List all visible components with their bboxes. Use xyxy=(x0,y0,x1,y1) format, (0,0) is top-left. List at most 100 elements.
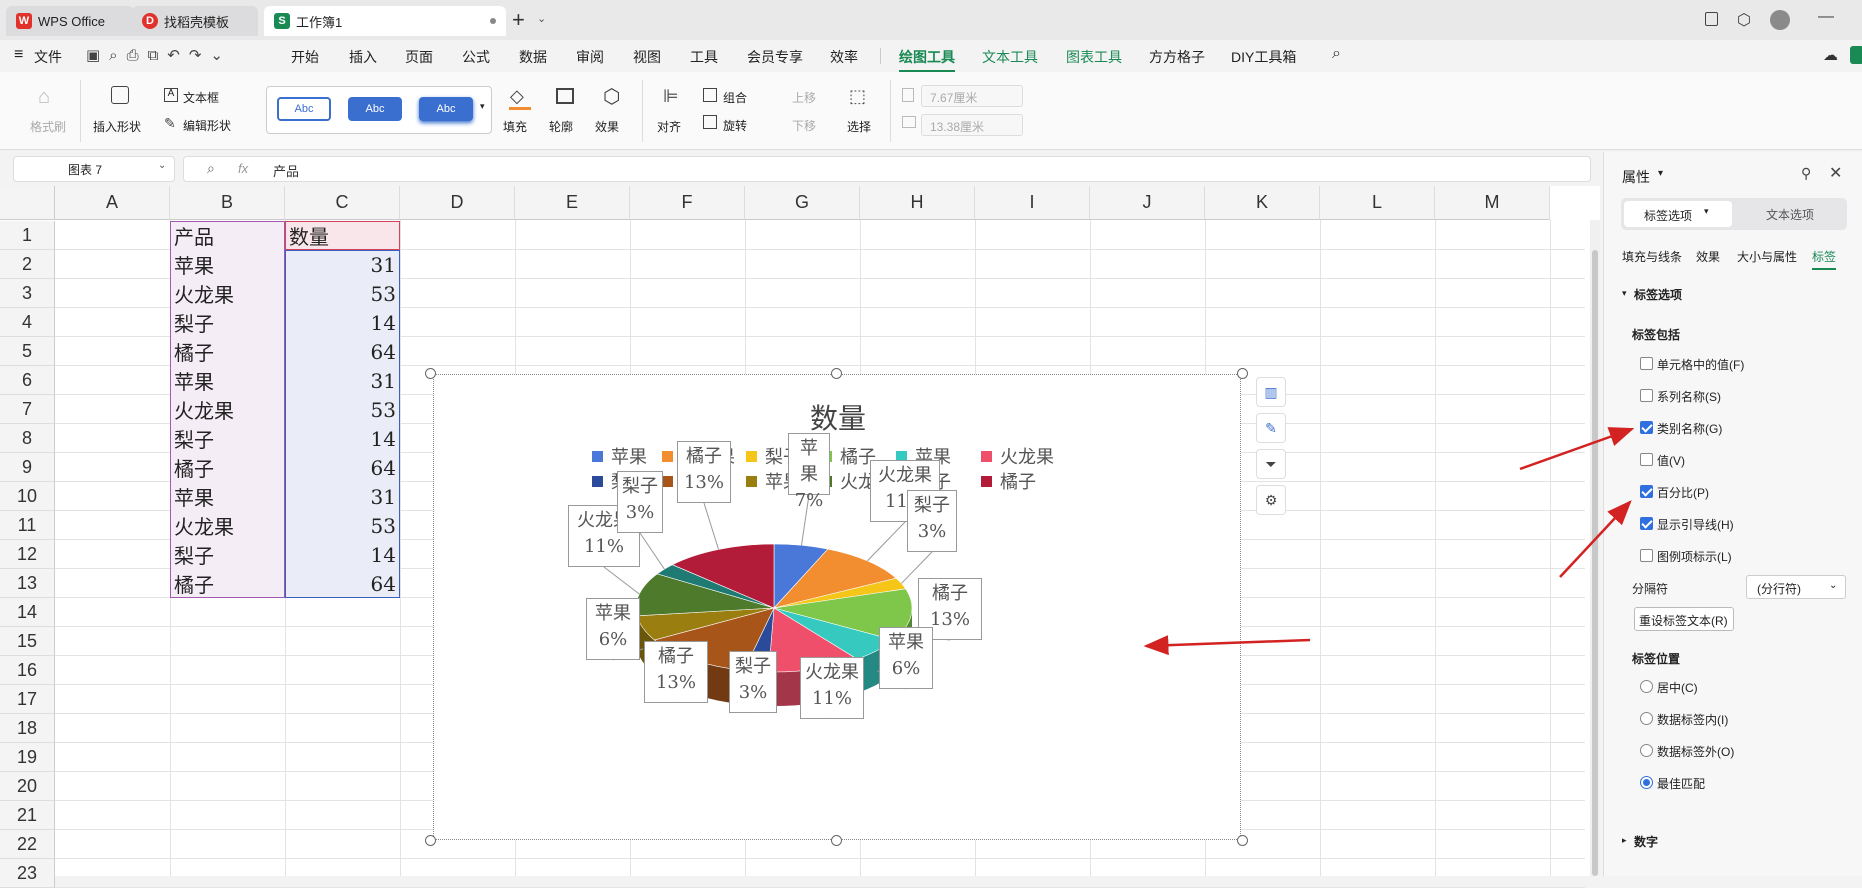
panel-title-chevron-icon[interactable]: ▾ xyxy=(1658,168,1663,179)
tab-chevron-icon[interactable]: ▾ xyxy=(1704,206,1709,217)
menu-member[interactable]: 会员专享 xyxy=(747,47,803,67)
data-label[interactable]: 梨子 3% xyxy=(729,651,777,713)
row-header-2[interactable]: 2 xyxy=(0,250,55,279)
column-header-k[interactable]: K xyxy=(1205,186,1320,220)
subtab-fill-line[interactable]: 填充与线条 xyxy=(1622,248,1682,265)
column-header-m[interactable]: M xyxy=(1435,186,1550,220)
tab-workbook[interactable]: S 工作簿1 xyxy=(264,6,506,36)
cell-product[interactable]: 橘子 xyxy=(170,569,285,598)
tab-list-chevron-icon[interactable]: ⌄ xyxy=(537,12,546,25)
row-header-9[interactable]: 9 xyxy=(0,453,55,482)
column-header-b[interactable]: B xyxy=(170,186,285,220)
header-cell-quantity[interactable]: 数量 xyxy=(285,221,400,250)
cell-quantity[interactable]: 64 xyxy=(285,569,400,598)
cell-quantity[interactable]: 31 xyxy=(285,366,400,395)
checkbox-label[interactable]: 图例项标示(L) xyxy=(1657,548,1732,565)
width-field[interactable]: 7.67厘米 xyxy=(921,85,1023,107)
data-label[interactable]: 火龙果 11% xyxy=(800,657,864,719)
style-fill-button[interactable]: Abc xyxy=(348,97,402,121)
checkbox-label[interactable]: 显示引导线(H) xyxy=(1657,516,1734,533)
menu-efficiency[interactable]: 效率 xyxy=(830,47,858,67)
column-header-d[interactable]: D xyxy=(400,186,515,220)
data-label[interactable]: 苹果 7% xyxy=(788,433,830,511)
cell-quantity[interactable]: 31 xyxy=(285,482,400,511)
zoom-search-icon[interactable]: ⌕ xyxy=(207,160,215,177)
scrollbar-thumb[interactable] xyxy=(1592,250,1598,876)
formula-input[interactable] xyxy=(183,156,1591,182)
menu-diy-toolbox[interactable]: DIY工具箱 xyxy=(1231,47,1296,67)
resize-handle-se[interactable] xyxy=(1237,835,1248,846)
cell-product[interactable]: 苹果 xyxy=(170,482,285,511)
menu-insert[interactable]: 插入 xyxy=(349,47,377,67)
cell-quantity[interactable]: 64 xyxy=(285,337,400,366)
menu-fangfang[interactable]: 方方格子 xyxy=(1149,47,1205,67)
column-header-i[interactable]: I xyxy=(975,186,1090,220)
column-header-h[interactable]: H xyxy=(860,186,975,220)
menu-text-tools[interactable]: 文本工具 xyxy=(982,47,1038,67)
row-header-8[interactable]: 8 xyxy=(0,424,55,453)
tab-wps-office[interactable]: W WPS Office xyxy=(6,6,134,36)
menu-drawing-tools[interactable]: 绘图工具 xyxy=(899,47,955,72)
cell-quantity[interactable]: 53 xyxy=(285,395,400,424)
subtab-effect[interactable]: 效果 xyxy=(1696,248,1720,265)
radio-label[interactable]: 数据标签外(O) xyxy=(1657,743,1734,760)
data-label[interactable]: 梨子 3% xyxy=(617,471,663,533)
pie-chart[interactable]: 数量 苹果火龙果梨子橘子苹果火龙果梨子橘子苹果火龙果梨子橘子 苹果7%火龙果11… xyxy=(433,374,1241,840)
checkbox-label[interactable]: 值(V) xyxy=(1657,452,1685,469)
row-header-3[interactable]: 3 xyxy=(0,279,55,308)
row-header-23[interactable]: 23 xyxy=(0,859,55,888)
menu-page[interactable]: 页面 xyxy=(405,47,433,67)
height-field[interactable]: 13.38厘米 xyxy=(921,114,1023,136)
checkbox-label[interactable]: 系列名称(S) xyxy=(1657,388,1721,405)
move-down-button[interactable]: 下移 xyxy=(792,117,816,134)
text-options-tab[interactable]: 文本选项 xyxy=(1766,206,1814,223)
cell-quantity[interactable]: 53 xyxy=(285,279,400,308)
cell-product[interactable]: 火龙果 xyxy=(170,511,285,540)
column-header-g[interactable]: G xyxy=(745,186,860,220)
style-outline-button[interactable]: Abc xyxy=(277,97,331,121)
edit-shape-button[interactable]: 编辑形状 xyxy=(183,117,231,134)
checkbox[interactable] xyxy=(1640,549,1653,562)
cell-product[interactable]: 梨子 xyxy=(170,424,285,453)
resize-handle-s[interactable] xyxy=(831,835,842,846)
menu-data[interactable]: 数据 xyxy=(519,47,547,67)
radio-label[interactable]: 数据标签内(I) xyxy=(1657,711,1728,728)
resize-handle-ne[interactable] xyxy=(1237,368,1248,379)
cell-product[interactable]: 梨子 xyxy=(170,540,285,569)
checkbox[interactable] xyxy=(1640,389,1653,402)
header-cell-product[interactable]: 产品 xyxy=(170,221,285,250)
radio-button[interactable] xyxy=(1640,680,1653,693)
row-header-18[interactable]: 18 xyxy=(0,714,55,743)
column-header-c[interactable]: C xyxy=(285,186,400,220)
radio-button[interactable] xyxy=(1640,744,1653,757)
close-icon[interactable]: ✕ xyxy=(1829,163,1842,183)
radio-button[interactable] xyxy=(1640,712,1653,725)
outline-button[interactable]: 轮廓 xyxy=(549,118,573,135)
radio-label[interactable]: 最佳匹配 xyxy=(1657,775,1705,792)
fx-icon[interactable]: fx xyxy=(238,161,248,176)
row-header-4[interactable]: 4 xyxy=(0,308,55,337)
align-button[interactable]: 对齐 xyxy=(657,118,681,135)
checkbox[interactable] xyxy=(1640,485,1653,498)
name-box[interactable]: 图表 7 xyxy=(13,156,175,182)
cloud-icon[interactable]: ☁ xyxy=(1823,46,1838,64)
row-header-5[interactable]: 5 xyxy=(0,337,55,366)
cell-quantity[interactable]: 64 xyxy=(285,453,400,482)
checkbox-label[interactable]: 百分比(P) xyxy=(1657,484,1709,501)
menu-start[interactable]: 开始 xyxy=(291,47,319,67)
effect-button[interactable]: 效果 xyxy=(595,118,619,135)
row-header-1[interactable]: 1 xyxy=(0,221,55,250)
textbox-button[interactable]: 文本框 xyxy=(183,89,219,106)
file-menu[interactable]: 文件 xyxy=(34,47,62,67)
menu-chart-tools[interactable]: 图表工具 xyxy=(1066,47,1122,67)
subtab-label[interactable]: 标签 xyxy=(1812,248,1837,270)
cell-quantity[interactable]: 14 xyxy=(285,424,400,453)
select-all-corner[interactable] xyxy=(0,186,55,220)
row-header-17[interactable]: 17 xyxy=(0,685,55,714)
cell-product[interactable]: 火龙果 xyxy=(170,279,285,308)
row-header-19[interactable]: 19 xyxy=(0,743,55,772)
menu-review[interactable]: 审阅 xyxy=(576,47,604,67)
avatar[interactable] xyxy=(1770,10,1790,30)
cell-product[interactable]: 苹果 xyxy=(170,250,285,279)
cell-product[interactable]: 橘子 xyxy=(170,453,285,482)
